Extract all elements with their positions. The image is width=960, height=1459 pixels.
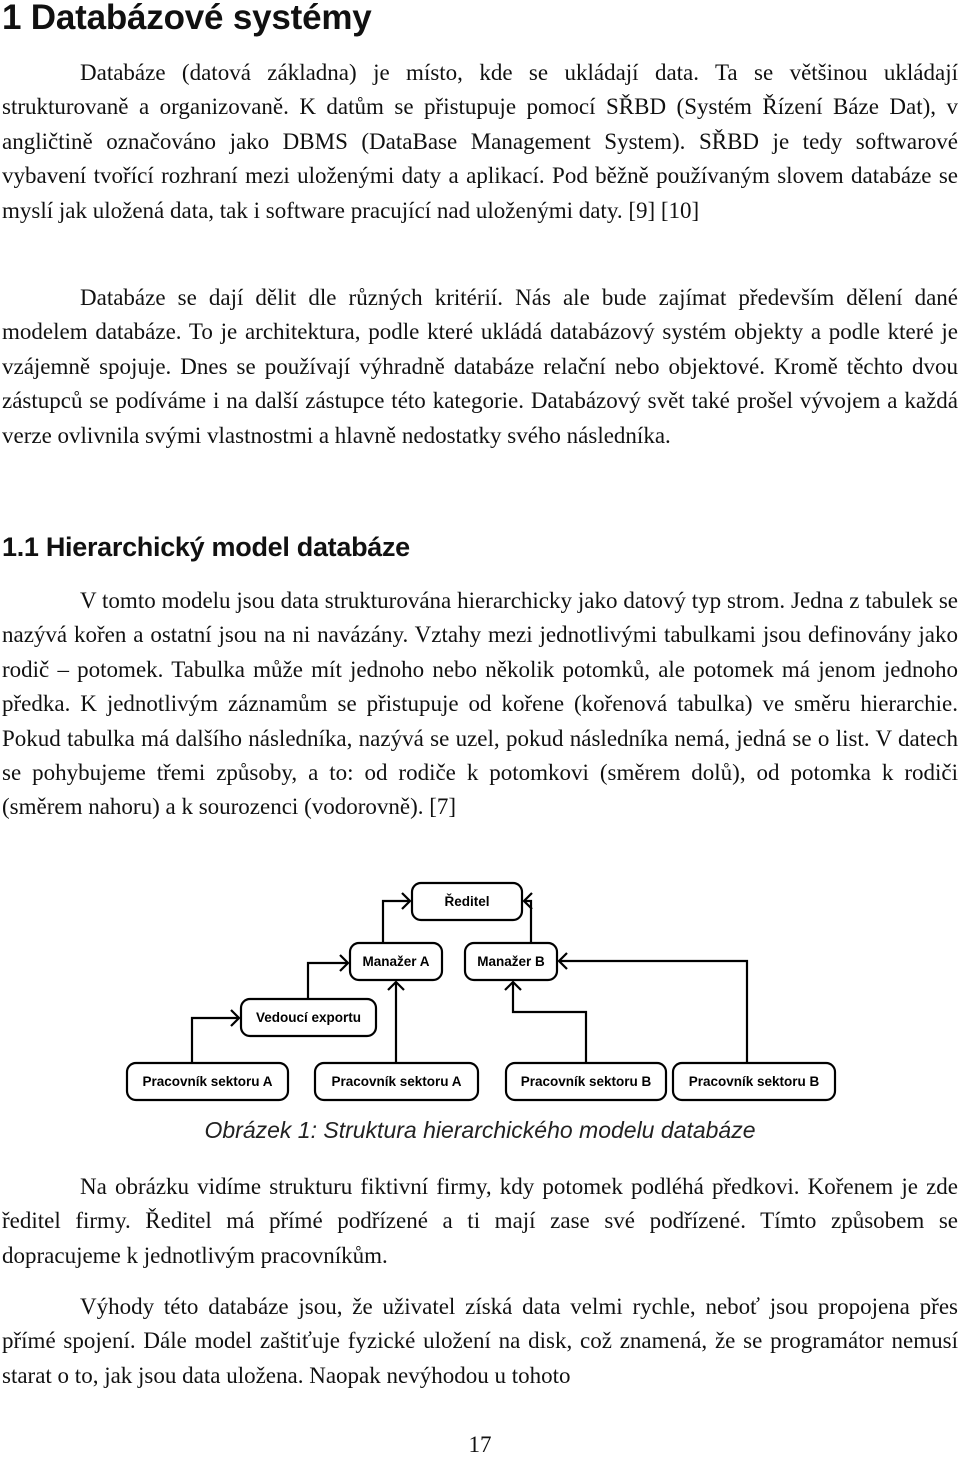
node-reditel: Ředitel [410,881,524,922]
diagram-nodes: Ředitel Manažer A Manažer B Vedoucí exportu… [125,881,837,1102]
hierarchy-diagram: Ředitel Manažer A Manažer B Vedoucí exportu… [125,881,837,1102]
node-pracovnik-b1: Pracovník sektoru B [504,1061,668,1102]
node-pracovnik-a1: Pracovník sektoru A [125,1061,290,1102]
node-label: Pracovník sektoru B [521,1074,652,1089]
edge-pracovnik_b1-to-manazer_b [511,982,588,1063]
paragraph-database-definition: Databáze (datová základna) je místo, kde… [2,60,958,223]
section-heading: 1.1 Hierarchický model databáze [2,532,410,562]
node-label: Vedoucí exportu [256,1010,361,1025]
figure-caption: Obrázek 1: Struktura hierarchického mode… [204,1117,756,1143]
node-vedouci-exportu: Vedoucí exportu [239,997,378,1038]
paragraph-hierarchical-model: V tomto modelu jsou data strukturována h… [2,588,958,820]
chapter-heading: 1 Databázové systémy [2,0,372,37]
node-label: Ředitel [444,894,489,909]
node-pracovnik-a2: Pracovník sektoru A [313,1061,480,1102]
paragraph-figure-description: Na obrázku vidíme strukturu fiktivní fir… [2,1174,958,1268]
node-label: Pracovník sektoru A [331,1074,461,1089]
paragraph-advantages: Výhody této databáze jsou, že uživatel z… [2,1294,958,1388]
page-number: 17 [468,1432,492,1457]
node-label: Manažer A [362,954,429,969]
node-label: Pracovník sektoru B [689,1074,820,1089]
edge-manazer_a-to-reditel [381,899,410,943]
edge-pracovnik_b2-to-manazer_b [559,959,749,1063]
node-label: Pracovník sektoru A [142,1074,272,1089]
node-pracovnik-b2: Pracovník sektoru B [671,1061,837,1102]
paragraph-database-models: Databáze se dají dělit dle různých krité… [2,285,958,448]
node-manazer-b: Manažer B [463,941,559,982]
node-label: Manažer B [477,954,545,969]
node-manazer-a: Manažer A [348,941,444,982]
